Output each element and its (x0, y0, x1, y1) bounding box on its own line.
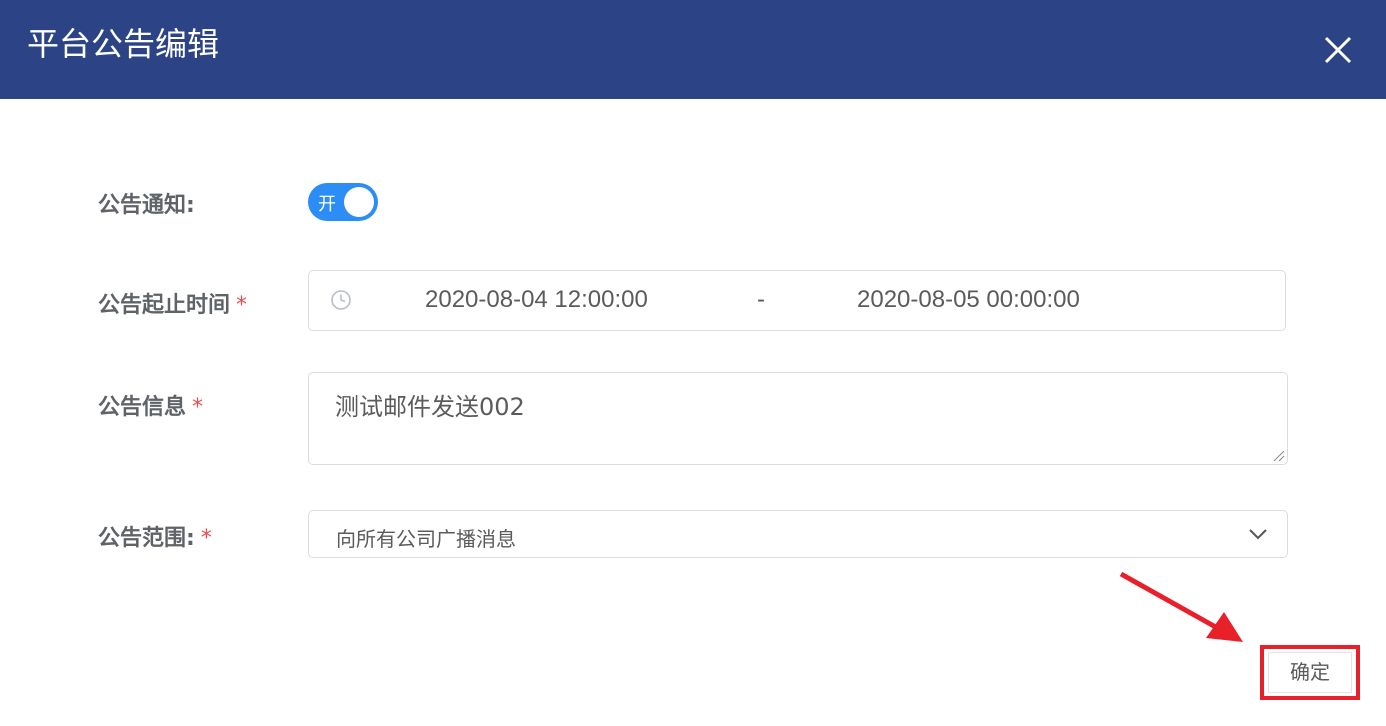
range-start-input[interactable]: 2020-08-04 12:00:00 (425, 286, 648, 314)
scope-selected-value: 向所有公司广播消息 (336, 527, 516, 551)
confirm-button[interactable]: 确定 (1268, 652, 1352, 693)
message-label: 公告信息 * (98, 389, 203, 421)
clock-icon (331, 290, 351, 310)
dialog-header: 平台公告编辑 (0, 0, 1386, 99)
notify-label: 公告通知: (98, 187, 195, 219)
message-label-text: 公告信息 (98, 395, 187, 420)
toggle-knob (344, 187, 374, 217)
required-mark: * (200, 526, 212, 551)
close-button[interactable] (1316, 30, 1360, 70)
message-value: 测试邮件发送002 (335, 393, 525, 421)
notify-toggle[interactable]: 开 (308, 183, 378, 221)
chevron-down-icon (1249, 529, 1267, 540)
annotation-arrow-icon (1119, 571, 1243, 642)
required-mark: * (192, 395, 204, 420)
scope-label-text: 公告范围: (98, 526, 195, 551)
required-mark: * (236, 293, 248, 318)
range-separator: - (757, 286, 765, 313)
time-range-label: 公告起止时间 * (98, 287, 247, 319)
close-icon (1324, 36, 1352, 64)
time-range-label-text: 公告起止时间 (98, 293, 231, 318)
resize-handle-icon[interactable] (1271, 448, 1285, 462)
scope-label: 公告范围: * (98, 520, 212, 552)
range-end-input[interactable]: 2020-08-05 00:00:00 (857, 286, 1080, 314)
scope-select[interactable]: 向所有公司广播消息 (308, 510, 1288, 558)
toggle-text: 开 (318, 194, 336, 215)
date-range-picker[interactable]: 2020-08-04 12:00:00 - 2020-08-05 00:00:0… (308, 270, 1286, 331)
notify-label-text: 公告通知: (98, 193, 195, 218)
message-textarea[interactable]: 测试邮件发送002 (308, 372, 1288, 465)
dialog-title: 平台公告编辑 (27, 25, 220, 63)
